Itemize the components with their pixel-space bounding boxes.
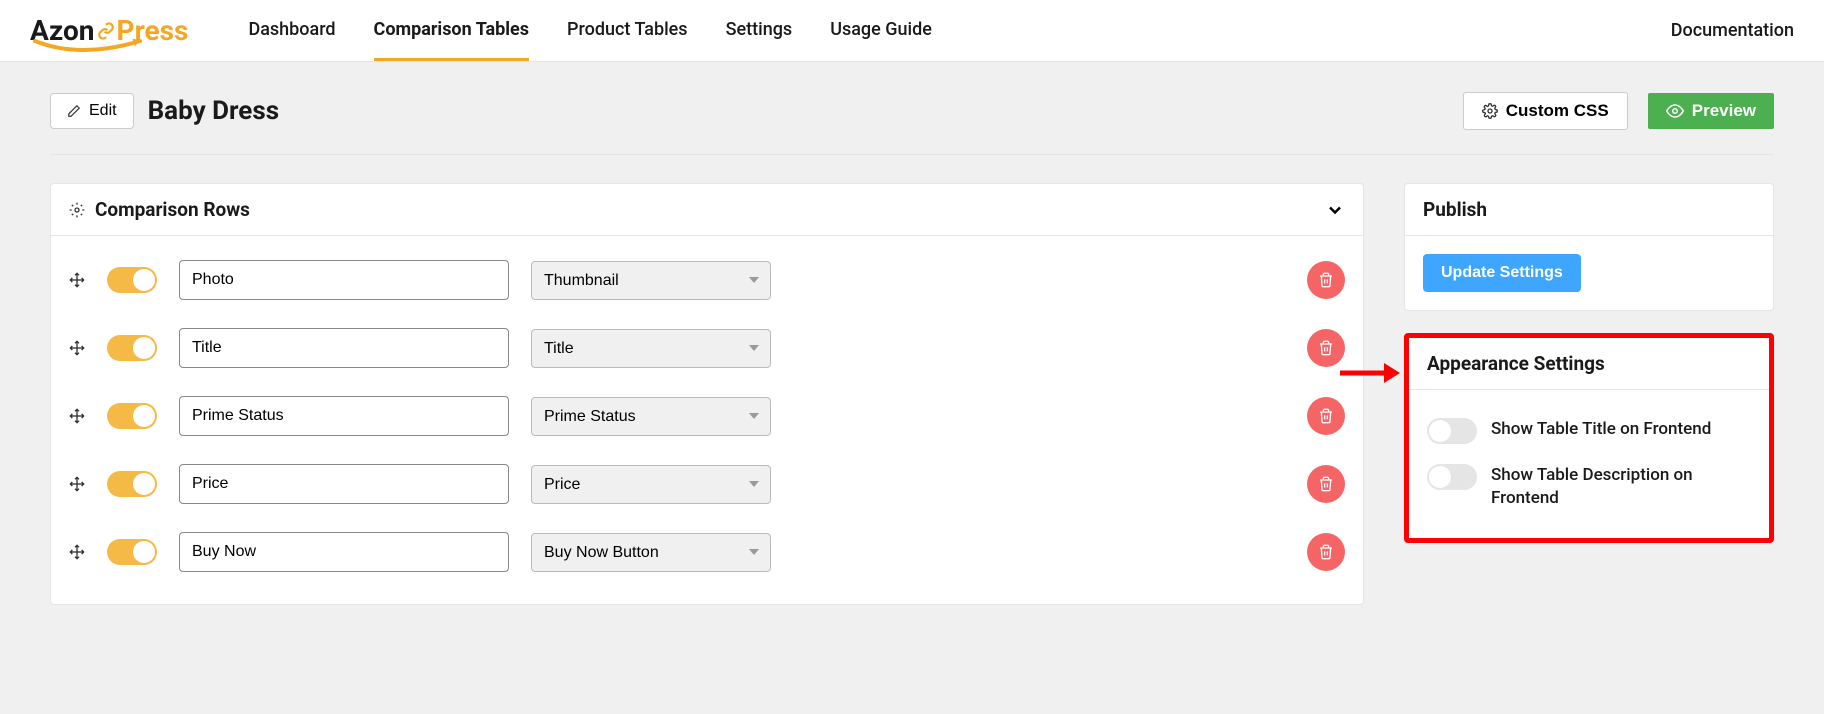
- gear-icon: [1482, 103, 1498, 119]
- appearance-option-label: Show Table Description on Frontend: [1491, 464, 1751, 510]
- drag-handle-icon[interactable]: [69, 272, 85, 288]
- publish-title: Publish: [1405, 184, 1773, 236]
- nav-product-tables[interactable]: Product Tables: [567, 1, 688, 61]
- row-type-select[interactable]: Buy Now Button: [531, 533, 771, 572]
- link-icon: [97, 22, 115, 40]
- annotation-arrow-icon: [1340, 361, 1400, 385]
- custom-css-button[interactable]: Custom CSS: [1463, 92, 1628, 130]
- comparison-row: Prime Status: [69, 382, 1345, 450]
- top-header: Azon Press Dashboard Comparison Tables P…: [0, 0, 1824, 62]
- appearance-settings-card: Appearance Settings Show Table Title on …: [1404, 333, 1774, 543]
- edit-button[interactable]: Edit: [50, 93, 134, 129]
- row-label-input[interactable]: [179, 464, 509, 504]
- preview-button[interactable]: Preview: [1648, 93, 1774, 129]
- drag-handle-icon[interactable]: [69, 408, 85, 424]
- custom-css-label: Custom CSS: [1506, 101, 1609, 121]
- main-nav: Dashboard Comparison Tables Product Tabl…: [248, 1, 1670, 61]
- row-type-select[interactable]: Thumbnail: [531, 261, 771, 300]
- nav-usage-guide[interactable]: Usage Guide: [830, 1, 932, 61]
- gear-icon: [69, 202, 85, 218]
- comparison-rows-title: Comparison Rows: [95, 198, 250, 221]
- drag-handle-icon[interactable]: [69, 476, 85, 492]
- right-sidebar: Publish Update Settings Appearance Setti…: [1404, 183, 1774, 543]
- drag-handle-icon[interactable]: [69, 544, 85, 560]
- appearance-option-label: Show Table Title on Frontend: [1491, 418, 1711, 441]
- page-title: Baby Dress: [148, 96, 1449, 126]
- row-enable-toggle[interactable]: [107, 539, 157, 565]
- toggle-show-title[interactable]: [1427, 418, 1477, 444]
- delete-row-button[interactable]: [1307, 397, 1345, 435]
- nav-dashboard[interactable]: Dashboard: [248, 1, 335, 61]
- comparison-row: Buy Now Button: [69, 518, 1345, 586]
- row-enable-toggle[interactable]: [107, 335, 157, 361]
- update-settings-button[interactable]: Update Settings: [1423, 254, 1581, 292]
- publish-card: Publish Update Settings: [1404, 183, 1774, 311]
- row-type-select[interactable]: Price: [531, 465, 771, 504]
- row-enable-toggle[interactable]: [107, 471, 157, 497]
- page-header: Edit Baby Dress Custom CSS Preview: [50, 92, 1774, 155]
- nav-comparison-tables[interactable]: Comparison Tables: [374, 1, 529, 61]
- nav-settings[interactable]: Settings: [726, 1, 793, 61]
- row-label-input[interactable]: [179, 260, 509, 300]
- comparison-row: Price: [69, 450, 1345, 518]
- comparison-row: Title: [69, 314, 1345, 382]
- row-label-input[interactable]: [179, 396, 509, 436]
- delete-row-button[interactable]: [1307, 261, 1345, 299]
- row-enable-toggle[interactable]: [107, 403, 157, 429]
- comparison-row: Thumbnail: [69, 246, 1345, 314]
- collapse-toggle[interactable]: [1325, 200, 1345, 220]
- row-type-select[interactable]: Title: [531, 329, 771, 368]
- delete-row-button[interactable]: [1307, 465, 1345, 503]
- logo: Azon Press: [30, 14, 248, 47]
- comparison-rows-panel: Comparison Rows Thumbnail: [50, 183, 1364, 605]
- delete-row-button[interactable]: [1307, 533, 1345, 571]
- documentation-link[interactable]: Documentation: [1671, 20, 1794, 41]
- row-enable-toggle[interactable]: [107, 267, 157, 293]
- eye-icon: [1666, 102, 1684, 120]
- row-label-input[interactable]: [179, 532, 509, 572]
- pencil-icon: [67, 104, 81, 118]
- edit-button-label: Edit: [89, 102, 117, 120]
- row-label-input[interactable]: [179, 328, 509, 368]
- drag-handle-icon[interactable]: [69, 340, 85, 356]
- appearance-title: Appearance Settings: [1409, 338, 1769, 390]
- preview-label: Preview: [1692, 101, 1756, 121]
- logo-swoosh-icon: [30, 39, 130, 57]
- toggle-show-description[interactable]: [1427, 464, 1477, 490]
- row-type-select[interactable]: Prime Status: [531, 397, 771, 436]
